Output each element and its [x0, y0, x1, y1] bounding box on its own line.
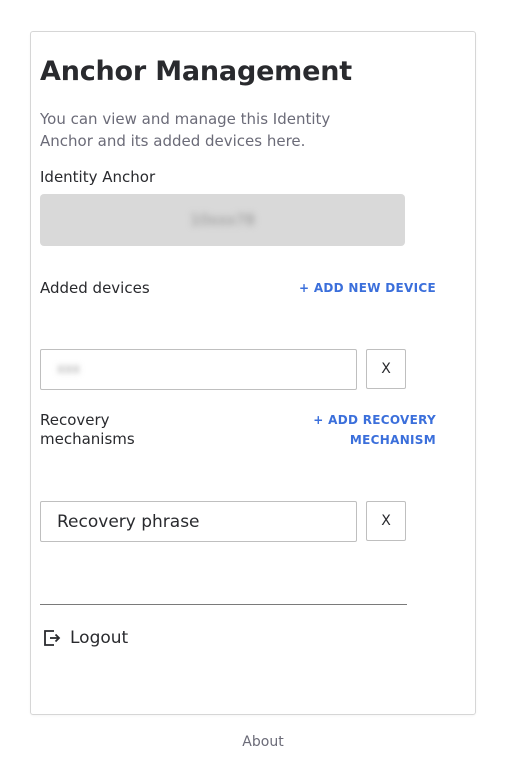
remove-device-button[interactable]: X: [366, 349, 406, 389]
add-recovery-mechanism-link[interactable]: + ADD RECOVERY MECHANISM: [286, 410, 436, 450]
recovery-item: Recovery phrase: [40, 501, 357, 542]
device-item: xxx: [40, 349, 357, 390]
identity-anchor-display: 10xxx78: [40, 194, 405, 246]
page-description: You can view and manage this Identity An…: [40, 110, 331, 150]
logout-button[interactable]: Logout: [42, 628, 128, 648]
about-link[interactable]: About: [0, 734, 526, 750]
page-title: Anchor Management: [40, 56, 352, 87]
logout-icon: [42, 628, 62, 648]
remove-recovery-button[interactable]: X: [366, 501, 406, 541]
logout-label: Logout: [70, 628, 129, 648]
recovery-item-name: Recovery phrase: [57, 511, 200, 532]
recovery-mechanisms-label: Recovery mechanisms: [40, 411, 135, 448]
add-new-device-link[interactable]: + ADD NEW DEVICE: [299, 278, 436, 298]
added-devices-label: Added devices: [40, 279, 150, 297]
divider: [40, 604, 407, 605]
identity-anchor-label: Identity Anchor: [40, 168, 156, 186]
device-name: xxx: [57, 362, 81, 377]
identity-anchor-value: 10xxx78: [190, 211, 255, 229]
